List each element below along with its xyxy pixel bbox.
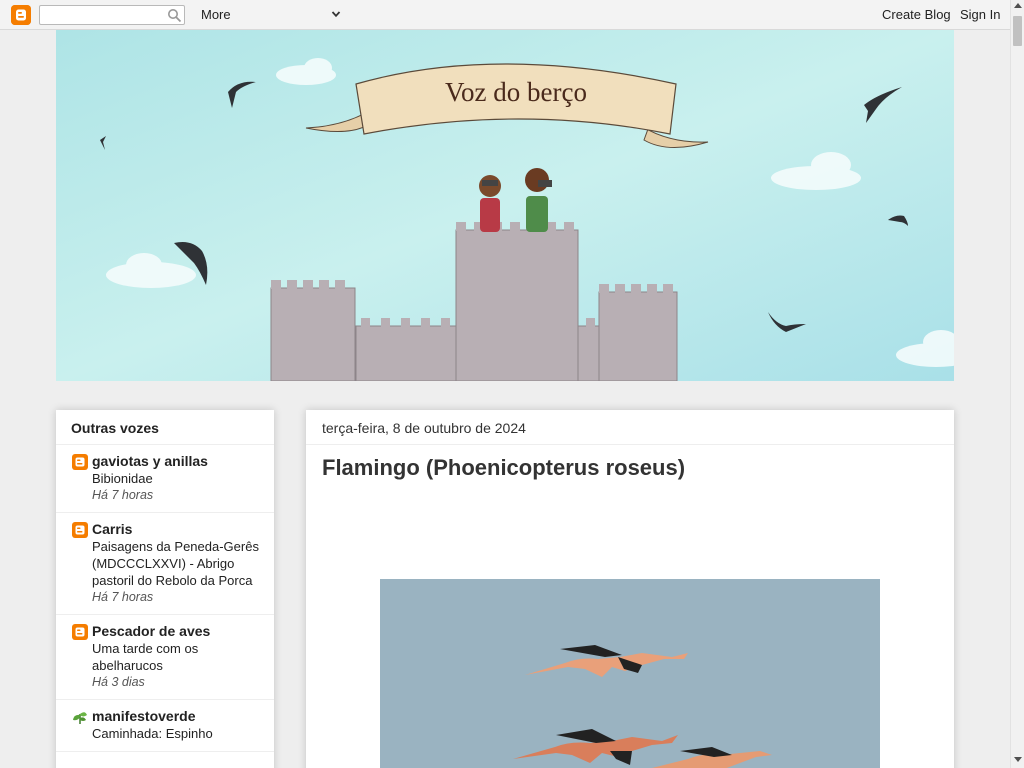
post-time: Há 7 horas [92, 488, 154, 502]
sign-in-link[interactable]: Sign In [960, 7, 1000, 23]
post-image[interactable] [380, 579, 880, 768]
latest-post-link[interactable]: Uma tarde com os abelharucos [92, 640, 260, 674]
post-date: terça-feira, 8 de outubro de 2024 [306, 410, 954, 445]
post-time: Há 7 horas [92, 590, 154, 604]
page-scrollbar[interactable] [1010, 0, 1024, 768]
list-item[interactable]: gaviotas y anillas Bibionidae Há 7 horas [56, 445, 274, 513]
scroll-down-arrow-icon[interactable] [1014, 757, 1022, 762]
latest-post-link[interactable]: Caminhada: Espinho [92, 725, 260, 742]
blog-name-link[interactable]: Carris [92, 521, 260, 538]
post-container: terça-feira, 8 de outubro de 2024 Flamin… [306, 410, 954, 768]
leaf-icon [72, 709, 88, 725]
post-time: Há 3 dias [92, 675, 145, 689]
chevron-down-icon [331, 11, 341, 18]
blog-name-link[interactable]: gaviotas y anillas [92, 453, 260, 470]
latest-post-link[interactable]: Bibionidae [92, 470, 260, 487]
latest-post-link[interactable]: Paisagens da Peneda-Gerês (MDCCCLXXVI) -… [92, 538, 260, 589]
blogger-navbar: More Create Blog Sign In [0, 0, 1010, 30]
scroll-up-arrow-icon[interactable] [1014, 3, 1022, 8]
search-input[interactable] [39, 5, 185, 25]
blogger-logo-icon[interactable] [11, 5, 31, 25]
list-item[interactable]: Carris Paisagens da Peneda-Gerês (MDCCCL… [56, 513, 274, 615]
list-item[interactable]: Pescador de aves Uma tarde com os abelha… [56, 615, 274, 700]
blogger-icon [72, 454, 88, 470]
sidebar-title: Outras vozes [56, 410, 274, 445]
banner-title: Voz do berço [445, 77, 587, 107]
list-item[interactable]: manifestoverde Caminhada: Espinho [56, 700, 274, 752]
create-blog-link[interactable]: Create Blog [882, 7, 951, 23]
blog-header-image[interactable]: Voz do berço [56, 30, 954, 381]
blog-name-link[interactable]: Pescador de aves [92, 623, 260, 640]
post-title[interactable]: Flamingo (Phoenicopterus roseus) [322, 455, 685, 481]
search-icon[interactable] [167, 8, 182, 23]
blogger-icon [72, 624, 88, 640]
blogger-icon [72, 522, 88, 538]
more-label: More [201, 7, 231, 22]
more-dropdown[interactable]: More [201, 5, 343, 25]
scroll-thumb[interactable] [1013, 16, 1022, 46]
blog-list-widget: Outras vozes gaviotas y anillas Bibionid… [56, 410, 274, 768]
blog-name-link[interactable]: manifestoverde [92, 708, 260, 725]
